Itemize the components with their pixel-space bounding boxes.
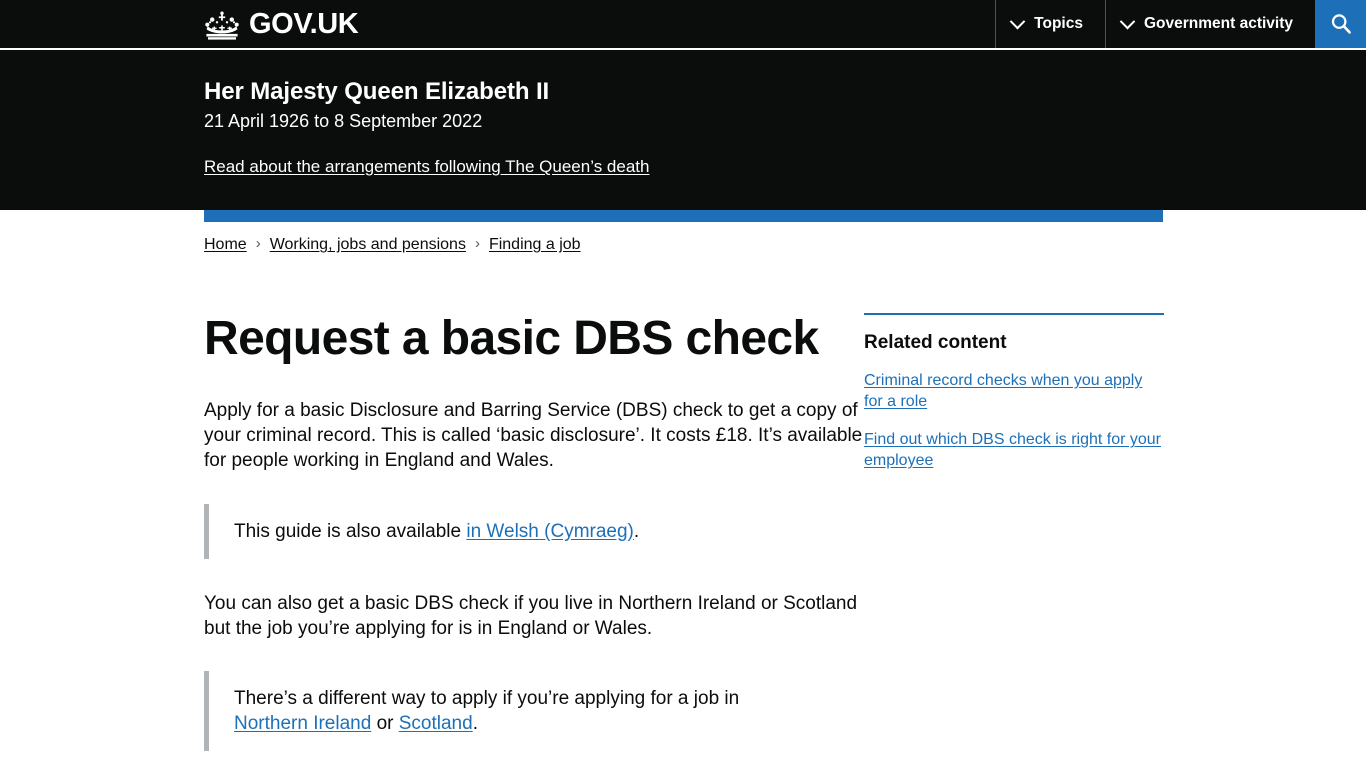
welsh-guide-link[interactable]: in Welsh (Cymraeg) [466, 521, 634, 542]
main-grid: Request a basic DBS check Apply for a ba… [204, 255, 1366, 751]
header-inner: GOV.UK Topics Government activity [0, 0, 1366, 48]
related-link-which-dbs-check[interactable]: Find out which DBS check is right for yo… [864, 430, 1164, 472]
mourning-banner-dates: 21 April 1926 to 8 September 2022 [204, 110, 483, 131]
nav-item-government-activity[interactable]: Government activity [1104, 0, 1315, 48]
page-wrapper: Home › Working, jobs and pensions › Find… [0, 210, 1366, 751]
govuk-logo-link[interactable]: GOV.UK [0, 0, 359, 48]
crown-icon [204, 9, 240, 41]
govuk-logo-text: GOV.UK [249, 7, 359, 40]
inset-text-other-nations-suffix: . [472, 712, 478, 734]
breadcrumb-item-home[interactable]: Home [204, 235, 247, 255]
inset-text-welsh-suffix: . [633, 520, 640, 542]
search-button[interactable] [1315, 0, 1366, 48]
mourning-banner-link[interactable]: Read about the arrangements following Th… [204, 157, 649, 176]
inset-text-other-nations-middle: or [371, 712, 399, 734]
related-content-sidebar: Related content Criminal record checks w… [864, 313, 1164, 751]
nav-item-government-activity-label: Government activity [1143, 15, 1293, 32]
header-navigation: Topics Government activity [995, 0, 1366, 48]
inset-text-other-nations: There’s a different way to apply if you’… [204, 670, 804, 751]
breadcrumb-item-finding-a-job[interactable]: Finding a job [489, 235, 581, 255]
search-icon [1331, 14, 1351, 34]
intro-paragraph: Apply for a basic Disclosure and Barring… [204, 400, 863, 472]
mourning-banner-title: Her Majesty Queen Elizabeth II [204, 78, 550, 105]
nav-item-topics[interactable]: Topics [995, 0, 1105, 48]
scotland-link[interactable]: Scotland [399, 713, 473, 734]
second-paragraph: You can also get a basic DBS check if yo… [204, 592, 858, 639]
breadcrumb-item-working-jobs-and-pensions[interactable]: Working, jobs and pensions [270, 235, 466, 255]
page-title: Request a basic DBS check [204, 312, 819, 365]
northern-ireland-link[interactable]: Northern Ireland [234, 713, 371, 734]
blue-accent-rule [204, 210, 1163, 222]
inset-text-welsh: This guide is also available in Welsh (C… [204, 503, 804, 559]
nav-item-topics-label: Topics [1034, 15, 1083, 32]
mourning-banner: Her Majesty Queen Elizabeth II 21 April … [0, 50, 1366, 222]
mourning-banner-inner: Her Majesty Queen Elizabeth II 21 April … [0, 78, 1366, 177]
chevron-down-icon [1119, 13, 1136, 29]
related-link-criminal-record-checks[interactable]: Criminal record checks when you apply fo… [864, 371, 1164, 413]
inset-text-welsh-prefix: This guide is also available [234, 520, 467, 542]
breadcrumb-separator-icon: › [474, 234, 480, 252]
global-header: GOV.UK Topics Government activity [0, 0, 1366, 50]
related-content-heading: Related content [864, 332, 1007, 353]
related-content-panel: Related content Criminal record checks w… [864, 313, 1164, 472]
chevron-down-icon [1009, 13, 1026, 29]
main-content: Request a basic DBS check Apply for a ba… [204, 312, 864, 751]
breadcrumb-separator-icon: › [255, 234, 261, 252]
inset-text-other-nations-prefix: There’s a different way to apply if you’… [234, 687, 740, 709]
